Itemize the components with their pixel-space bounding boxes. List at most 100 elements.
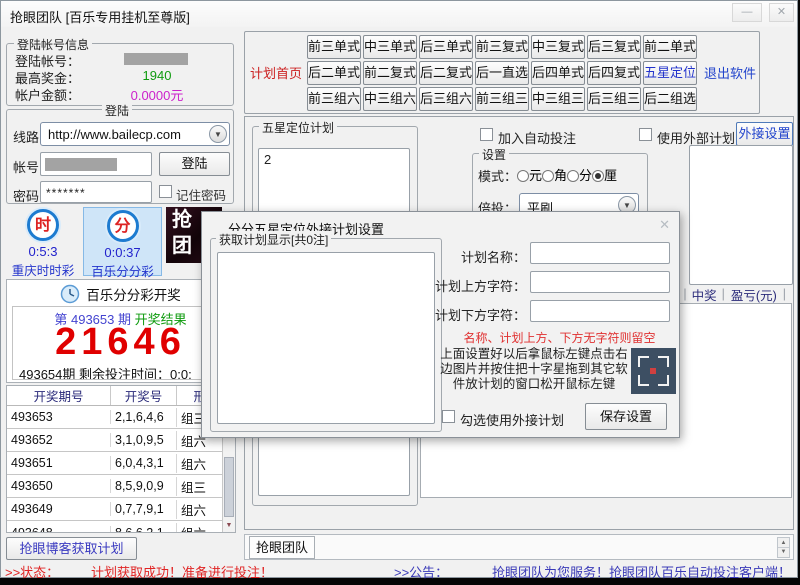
plan-nav: 计划首页 前三单式 中三单式 后三单式 前三复式 中三复式 后三复式 前二单式 … — [244, 31, 760, 114]
account-info-group: 登陆帐号信息 登陆帐号： 最高奖金： 1940 帐户金额： 0.0000元 — [6, 43, 234, 106]
nav-button[interactable]: 前三组三 — [475, 87, 529, 111]
blffc-icon: 分 — [107, 210, 139, 242]
mode-option-label: 分 — [579, 168, 592, 183]
external-settings-button[interactable]: 外接设置 — [736, 122, 793, 146]
mini-scrollbar[interactable]: ▲ ▼ — [777, 537, 790, 558]
crosshair-corner — [638, 356, 649, 367]
nav-button[interactable]: 前二复式 — [363, 61, 417, 85]
table-row[interactable]: 493649 0,7,7,9,1 组六 — [7, 498, 235, 521]
winning-number: 21646 — [13, 321, 228, 364]
tab-team[interactable]: 抢眼团队 — [249, 536, 315, 559]
mode-radio-jiao[interactable] — [542, 170, 554, 182]
plan-nav-home[interactable]: 计划首页 — [245, 32, 307, 113]
nav-button[interactable]: 后二组选 — [643, 87, 697, 111]
plan-bottom-input[interactable] — [530, 300, 670, 322]
mode-radio-yuan[interactable] — [517, 170, 529, 182]
row-issue: 493649 — [7, 502, 110, 516]
draw-panel-title: 百乐分分彩开奖 — [86, 284, 181, 304]
cqssc-label: 重庆时时彩 — [5, 260, 81, 279]
lottery-tile-blffc[interactable]: 分 0:0:37 百乐分分彩 — [83, 207, 162, 276]
nav-button[interactable]: 中三组六 — [363, 87, 417, 111]
account-input[interactable] — [40, 152, 152, 176]
header-divider: | — [783, 287, 790, 301]
lottery-tile-cqssc[interactable]: 时 0:5:3 重庆时时彩 — [5, 207, 81, 276]
row-numbers: 2,1,6,4,6 — [110, 410, 176, 424]
nav-button[interactable]: 中三复式 — [531, 35, 585, 59]
max-prize-value: 1940 — [117, 68, 197, 83]
mode-radio-fen[interactable] — [567, 170, 579, 182]
crosshair-corner — [658, 356, 669, 367]
row-issue: 493650 — [7, 479, 110, 493]
status-label: >>状态： — [5, 562, 59, 581]
clock-icon — [60, 284, 80, 304]
plan-top-label: 计划上方字符： — [398, 276, 526, 295]
nav-button[interactable]: 前三组六 — [307, 87, 361, 111]
nav-button[interactable]: 中三单式 — [363, 35, 417, 59]
row-numbers: 3,1,0,9,5 — [110, 433, 176, 447]
plan-bottom-label: 计划下方字符： — [398, 305, 526, 324]
login-group-title: 登陆 — [102, 102, 132, 119]
window-title: 抢眼团队 [百乐专用挂机至尊版] — [10, 7, 190, 26]
table-row[interactable]: 493651 6,0,4,3,1 组六 — [7, 452, 235, 475]
notice-label: >>公告： — [394, 562, 448, 581]
autobet-checkbox[interactable] — [480, 128, 493, 141]
cqssc-timer: 0:5:3 — [5, 244, 81, 259]
nav-button[interactable]: 后二复式 — [419, 61, 473, 85]
mode-radio-li[interactable] — [592, 170, 604, 182]
scrollbar-down-icon[interactable]: ▼ — [223, 520, 235, 532]
results-col-profit: 盈亏(元) — [725, 285, 783, 304]
plan-nav-grid: 前三单式 中三单式 后三单式 前三复式 中三复式 后三复式 前二单式 后二单式 … — [307, 35, 697, 111]
nav-button[interactable]: 后三复式 — [587, 35, 641, 59]
nav-button[interactable]: 后三组六 — [419, 87, 473, 111]
crosshair-drag-icon[interactable] — [631, 348, 676, 394]
nav-button[interactable]: 中三组三 — [531, 87, 585, 111]
chevron-down-icon[interactable]: ▼ — [209, 125, 227, 143]
plan-top-input[interactable] — [530, 271, 670, 293]
nav-button[interactable]: 后二单式 — [307, 61, 361, 85]
side-listbox[interactable] — [689, 145, 793, 285]
dialog-close-icon[interactable]: ✕ — [659, 217, 670, 233]
save-settings-button[interactable]: 保存设置 — [585, 403, 667, 430]
line-label: 线路 — [13, 127, 39, 146]
row-issue: 493651 — [7, 456, 110, 470]
login-button[interactable]: 登陆 — [159, 152, 230, 176]
scroll-up-icon[interactable]: ▲ — [778, 538, 789, 548]
table-row[interactable]: 493650 8,5,9,0,9 组三 — [7, 475, 235, 498]
results-col-win: 中奖 — [687, 285, 722, 304]
login-group: 登陆 线路 http://www.bailecp.com ▼ 帐号 登陆 密码 … — [6, 109, 234, 204]
nav-button[interactable]: 前三复式 — [475, 35, 529, 59]
close-button[interactable]: ✕ — [769, 3, 794, 22]
exit-software-button[interactable]: 退出软件 — [701, 32, 759, 113]
scrollbar-thumb[interactable] — [224, 457, 234, 517]
password-input[interactable]: ******* — [40, 181, 152, 203]
table-row[interactable]: 493648 8,6,6,2,1 组六 — [7, 521, 235, 533]
cqssc-icon: 时 — [27, 209, 59, 241]
minimize-button[interactable]: — — [732, 3, 762, 22]
nav-button[interactable]: 后四单式 — [531, 61, 585, 85]
row-numbers: 0,7,7,9,1 — [110, 502, 176, 516]
nav-button[interactable]: 后三组三 — [587, 87, 641, 111]
account-number-masked — [124, 53, 188, 65]
nav-button[interactable]: 后四复式 — [587, 61, 641, 85]
nav-button-active[interactable]: 五星定位 — [643, 61, 697, 85]
external-plan-dialog: 分分五星定位外接计划设置 ✕ 获取计划显示[共0注] 计划名称： 计划上方字符：… — [201, 211, 680, 438]
countdown-text: 493654期 剩余投注时间：0:0: — [19, 364, 192, 380]
password-field-label: 密码 — [13, 186, 39, 205]
notice-text: 抢眼团队为您服务！抢眼团队百乐自动投注客户端！ — [492, 562, 791, 581]
use-external-plan-checkbox[interactable] — [442, 410, 455, 423]
external-plan-checkbox[interactable] — [639, 128, 652, 141]
nav-button[interactable]: 后三单式 — [419, 35, 473, 59]
history-header-issue: 开奖期号 — [7, 386, 110, 405]
nav-button[interactable]: 前三单式 — [307, 35, 361, 59]
remember-password-checkbox[interactable] — [159, 185, 172, 198]
mode-radio-group: 元角分厘 — [517, 165, 617, 184]
line-combobox[interactable]: http://www.bailecp.com ▼ — [40, 122, 230, 146]
blog-fetch-plan-button[interactable]: 抢眼博客获取计划 — [6, 537, 137, 560]
nav-button[interactable]: 后一直选 — [475, 61, 529, 85]
balance-label: 帐户金额： — [15, 85, 80, 104]
nav-button[interactable]: 前二单式 — [643, 35, 697, 59]
use-external-plan-label: 勾选使用外接计划 — [460, 410, 564, 429]
scroll-down-icon[interactable]: ▼ — [778, 548, 789, 557]
plan-name-input[interactable] — [530, 242, 670, 264]
plan-group-title: 五星定位计划 — [259, 119, 337, 136]
